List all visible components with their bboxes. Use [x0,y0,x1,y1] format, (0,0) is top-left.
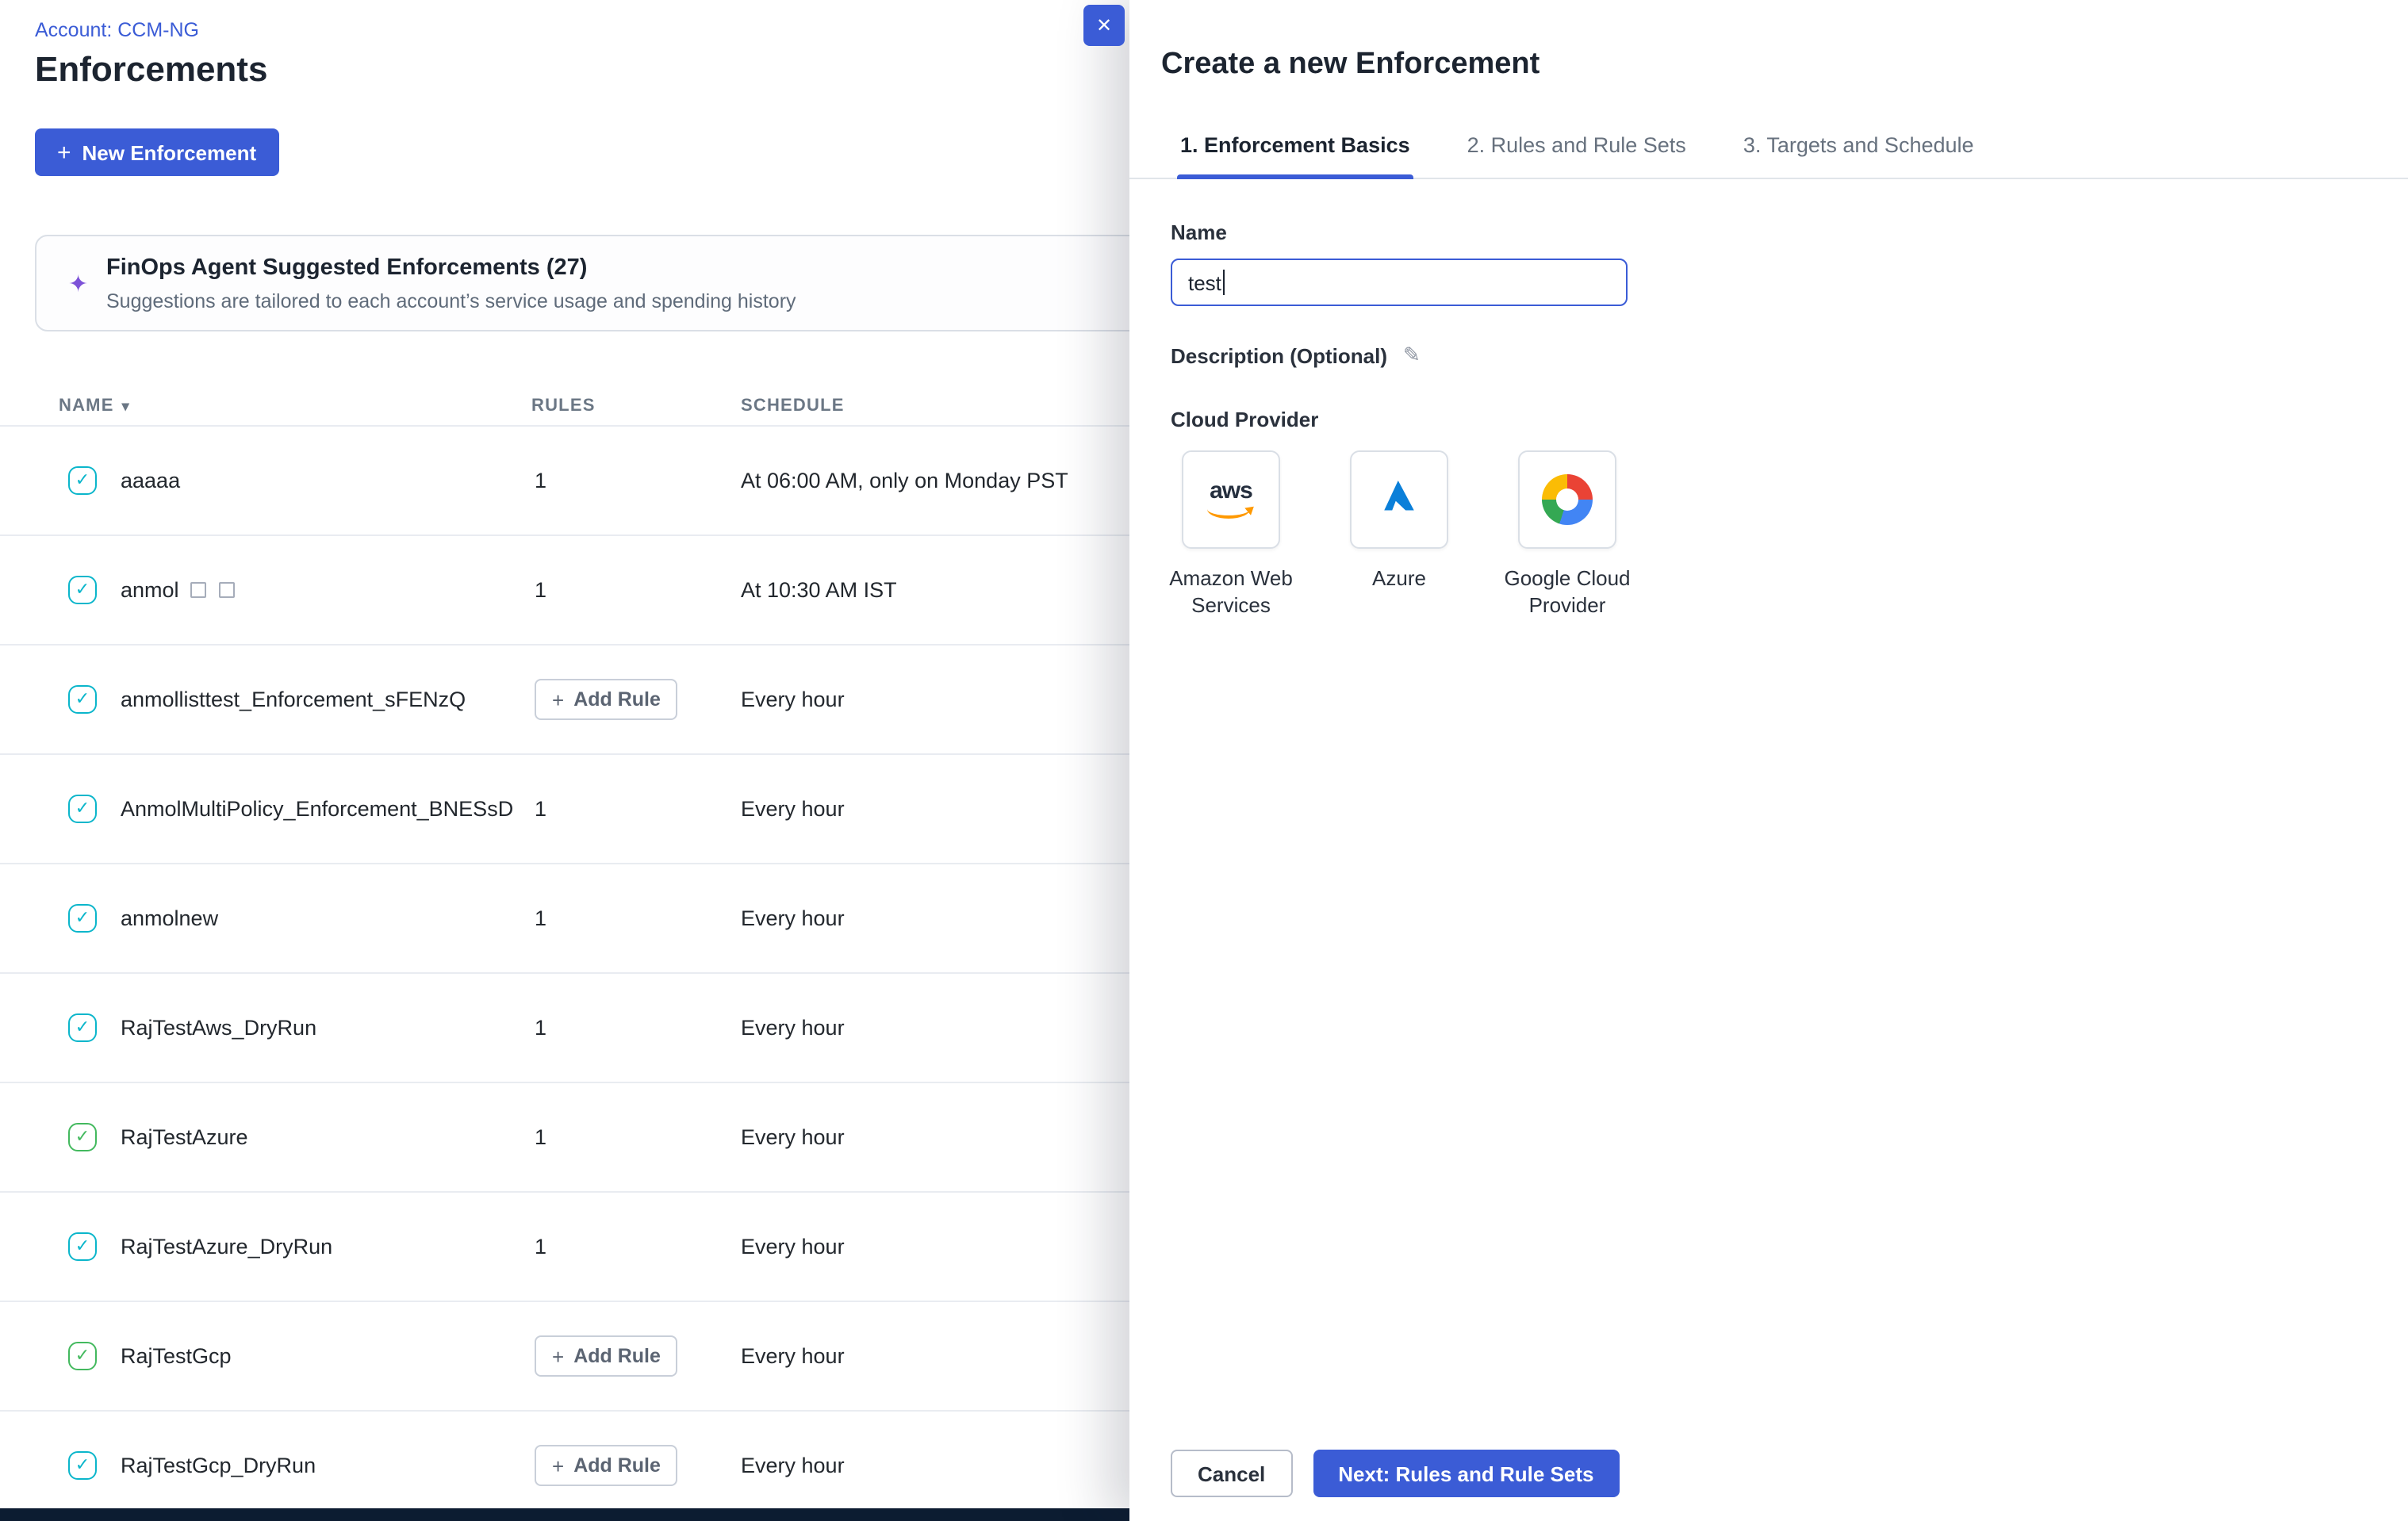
schedule-text: Every hour [741,688,845,711]
enforcement-name: AnmolMultiPolicy_Enforcement_BNESsD [121,797,513,821]
breadcrumb-account-link[interactable]: Account: CCM-NG [35,19,199,41]
enforcement-name: anmol [121,578,179,602]
placeholder-icon [190,582,206,598]
tab-enforcement-basics[interactable]: 1. Enforcement Basics [1177,121,1413,178]
cancel-button[interactable]: Cancel [1171,1450,1292,1497]
bottom-dark-strip [0,1508,1129,1521]
close-icon: ✕ [1096,14,1112,36]
schedule-text: Every hour [741,906,845,930]
next-rules-button[interactable]: Next: Rules and Rule Sets [1313,1450,1619,1497]
name-input-value: test [1188,270,1221,294]
add-rule-button[interactable]: + Add Rule [535,1445,678,1486]
close-drawer-button[interactable]: ✕ [1083,5,1125,46]
check-icon: ✓ [68,1123,97,1151]
check-icon: ✓ [68,466,97,495]
add-rule-label: Add Rule [573,688,661,711]
aws-logo-icon: aws [1207,478,1255,521]
page-title: Enforcements [35,49,267,90]
check-icon: ✓ [68,904,97,933]
column-header-schedule: SCHEDULE [741,397,845,416]
check-icon: ✓ [68,1451,97,1480]
check-icon: ✓ [68,685,97,714]
rules-count: 1 [535,797,546,821]
provider-card-azure[interactable]: Azure [1315,450,1483,620]
column-header-name[interactable]: NAME ▾ [59,397,130,416]
rules-count: 1 [535,906,546,930]
aws-card[interactable]: aws [1182,450,1280,549]
edit-pencil-icon[interactable]: ✎ [1403,343,1421,368]
schedule-text: Every hour [741,1344,845,1368]
text-caret [1223,270,1225,295]
new-enforcement-label: New Enforcement [82,140,257,164]
drawer-title: Create a new Enforcement [1161,48,2408,82]
wizard-tabs: 1. Enforcement Basics 2. Rules and Rule … [1129,121,2408,179]
schedule-text: Every hour [741,1235,845,1259]
enforcement-name: RajTestGcp_DryRun [121,1454,316,1477]
tab-rules-and-rule-sets[interactable]: 2. Rules and Rule Sets [1464,121,1689,178]
enforcement-name: RajTestAzure [121,1125,248,1149]
add-rule-label: Add Rule [573,1345,661,1367]
cloud-provider-options: aws Amazon Web Services Azu [1147,450,2408,620]
enforcement-name: RajTestAzure_DryRun [121,1235,332,1259]
app-viewport: Account: CCM-NG Enforcements + New Enfor… [0,0,2408,1521]
banner-subtitle: Suggestions are tailored to each account… [106,290,796,312]
aws-smile-arrow [1207,507,1255,521]
rules-count: 1 [535,1125,546,1149]
check-icon: ✓ [68,795,97,823]
description-label: Description (Optional) [1171,343,1387,367]
create-enforcement-drawer: Create a new Enforcement 1. Enforcement … [1129,0,2408,1521]
banner-title: FinOps Agent Suggested Enforcements (27) [106,255,587,281]
schedule-text: Every hour [741,1016,845,1040]
plus-icon: + [552,1344,564,1368]
check-icon: ✓ [68,576,97,604]
placeholder-icon [219,582,235,598]
provider-card-aws[interactable]: aws Amazon Web Services [1147,450,1315,620]
enforcement-name: RajTestAws_DryRun [121,1016,316,1040]
column-header-name-label: NAME [59,397,114,416]
check-icon: ✓ [68,1232,97,1261]
gcp-logo-icon [1542,474,1593,525]
schedule-text: Every hour [741,1454,845,1477]
drawer-footer: Cancel Next: Rules and Rule Sets [1171,1450,1620,1497]
sort-caret-icon: ▾ [122,397,130,415]
enforcement-name: anmollisttest_Enforcement_sFENzQ [121,688,466,711]
rules-count: 1 [535,578,546,602]
provider-card-gcp[interactable]: Google Cloud Provider [1483,450,1651,620]
plus-icon: + [552,688,564,711]
enforcement-name: aaaaa [121,469,180,492]
plus-icon: + [552,1454,564,1477]
plus-icon: + [57,140,71,164]
azure-logo-icon [1375,472,1423,527]
column-header-rules: RULES [531,397,596,416]
check-icon: ✓ [68,1342,97,1370]
sparkle-icon: ✦ [68,270,88,298]
rules-count: 1 [535,469,546,492]
schedule-text: Every hour [741,797,845,821]
rules-count: 1 [535,1235,546,1259]
schedule-text: At 10:30 AM IST [741,578,897,602]
description-row: Description (Optional) ✎ [1171,343,2408,368]
name-label: Name [1171,220,2408,244]
new-enforcement-button[interactable]: + New Enforcement [35,128,278,176]
azure-card[interactable] [1350,450,1448,549]
provider-label-azure: Azure [1372,566,1426,593]
schedule-text: At 06:00 AM, only on Monday PST [741,469,1068,492]
add-rule-button[interactable]: + Add Rule [535,1335,678,1377]
cloud-provider-label: Cloud Provider [1171,408,2408,431]
schedule-text: Every hour [741,1125,845,1149]
add-rule-button[interactable]: + Add Rule [535,679,678,720]
name-input[interactable]: test [1171,259,1628,306]
provider-label-gcp: Google Cloud Provider [1483,566,1651,620]
placeholder-badges [190,582,235,598]
add-rule-label: Add Rule [573,1454,661,1477]
enforcement-name: anmolnew [121,906,218,930]
check-icon: ✓ [68,1013,97,1042]
enforcement-basics-form: Name test Description (Optional) ✎ Cloud… [1129,179,2408,620]
enforcement-name: RajTestGcp [121,1344,232,1368]
gcp-card[interactable] [1518,450,1616,549]
provider-label-aws: Amazon Web Services [1147,566,1315,620]
rules-count: 1 [535,1016,546,1040]
tab-targets-and-schedule[interactable]: 3. Targets and Schedule [1740,121,1977,178]
